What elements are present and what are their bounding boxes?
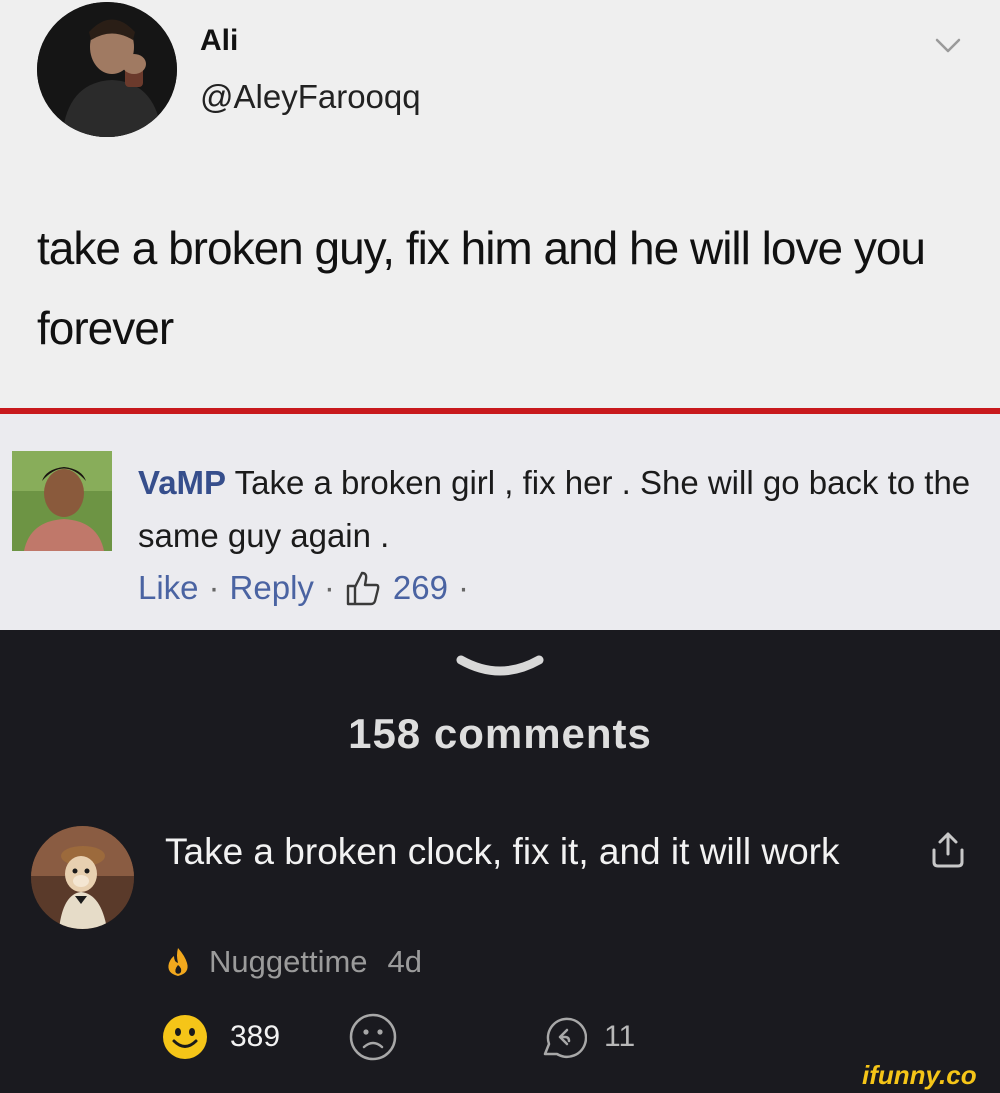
frown-icon[interactable]	[348, 1012, 398, 1062]
tweet-avatar[interactable]	[37, 2, 177, 137]
fb-comment-body: Take a broken girl , fix her . She will …	[138, 464, 971, 554]
tweet-card: Ali @AleyFarooqq take a broken guy, fix …	[0, 0, 1000, 410]
reply-link[interactable]: Reply	[230, 569, 314, 607]
tweet-author-handle[interactable]: @AleyFarooqq	[200, 78, 421, 116]
drag-handle-icon[interactable]	[455, 652, 545, 682]
separator: ·	[323, 569, 335, 606]
fb-comment: VaMP Take a broken girl , fix her . She …	[0, 414, 1000, 630]
tweet-author-name[interactable]: Ali	[200, 24, 238, 58]
separator: ·	[208, 569, 220, 606]
like-count: 269	[392, 569, 448, 606]
reply-icon[interactable]	[537, 1012, 587, 1062]
fb-comment-actions: Like · Reply · 269 ·	[138, 569, 479, 607]
share-icon[interactable]	[928, 830, 968, 870]
smile-count: 389	[230, 1020, 281, 1053]
thumbs-up-icon	[346, 571, 380, 606]
fb-comment-author[interactable]: VaMP	[138, 464, 226, 501]
comment-text: Take a broken clock, fix it, and it will…	[165, 831, 840, 872]
tweet-text: take a broken guy, fix him and he will l…	[37, 222, 926, 354]
fb-comment-text: VaMP Take a broken girl , fix her . She …	[138, 456, 988, 562]
like-link[interactable]: Like	[138, 569, 199, 607]
smile-icon[interactable]	[162, 1014, 208, 1060]
separator: ·	[457, 569, 469, 606]
comments-count: 158 comments	[348, 710, 652, 757]
fb-comment-avatar[interactable]	[12, 451, 112, 551]
commenter-avatar[interactable]	[31, 826, 134, 929]
watermark-text: ifunny.co	[862, 1060, 977, 1090]
comment-time: 4d	[387, 944, 423, 979]
comment-username[interactable]: Nuggettime	[209, 944, 368, 980]
reply-count: 11	[604, 1020, 636, 1053]
comment-actions: 389 11	[162, 1012, 662, 1062]
chevron-down-icon[interactable]	[933, 30, 963, 60]
comments-panel: 158 comments Take a broken clock, fix it…	[0, 630, 1000, 1093]
flame-icon	[168, 948, 188, 976]
comment-meta: Nuggettime 4d	[165, 944, 422, 980]
